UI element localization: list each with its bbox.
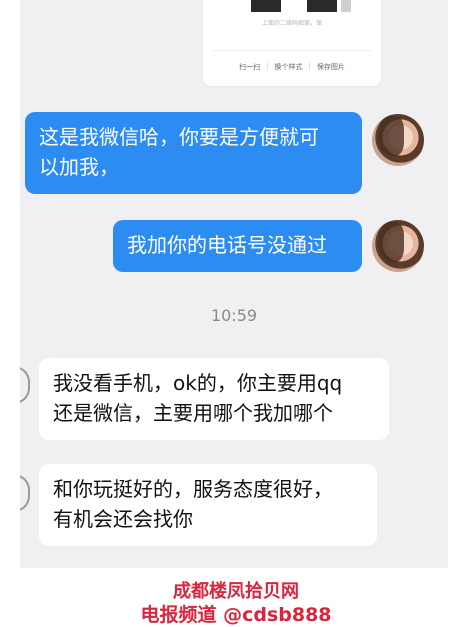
change-style-button[interactable]: 换个样式: [269, 62, 309, 72]
message-bubble-outgoing[interactable]: 这是我微信哈，你要是方便就可 以加我，: [25, 112, 362, 194]
qr-code-fragment: [307, 0, 337, 12]
card-actions: 扫一扫 | 换个样式 | 保存图片: [203, 62, 381, 72]
contact-avatar[interactable]: [372, 220, 424, 272]
qr-code-fragment: [341, 0, 351, 12]
card-divider: [213, 50, 371, 51]
watermark-channel: 电报频道 @cdsb888: [0, 600, 472, 627]
watermark-channel-label: 电报频道: [140, 604, 224, 626]
message-timestamp: 10:59: [210, 306, 258, 325]
message-text-line: 我没看手机，ok的，你主要用qq: [53, 371, 343, 395]
message-bubble-incoming[interactable]: 和你玩挺好的，服务态度很好， 有机会还会找你: [39, 464, 377, 546]
message-text-line: 有机会还会找你: [53, 507, 193, 531]
user-avatar[interactable]: [20, 474, 30, 512]
message-bubble-outgoing[interactable]: 我加你的电话号没通过: [113, 220, 362, 272]
message-text-line: 和你玩挺好的，服务态度很好，: [53, 477, 333, 501]
watermark-channel-handle: @cdsb888: [223, 604, 332, 626]
user-avatar[interactable]: [20, 366, 30, 404]
message-bubble-incoming[interactable]: 我没看手机，ok的，你主要用qq 还是微信，主要用哪个我加哪个: [39, 358, 389, 440]
save-image-button[interactable]: 保存图片: [311, 62, 351, 72]
card-note: 上面的二维码图案，保: [261, 20, 322, 27]
shared-qr-card[interactable]: 上面的二维码图案，保 扫一扫 | 换个样式 | 保存图片: [203, 0, 381, 86]
message-text-line: 还是微信，主要用哪个我加哪个: [53, 401, 333, 425]
scan-button[interactable]: 扫一扫: [233, 62, 266, 72]
message-text-line: 我加你的电话号没通过: [127, 233, 327, 257]
chat-screen: 上面的二维码图案，保 扫一扫 | 换个样式 | 保存图片 这是我微信哈，你要是方…: [20, 0, 448, 627]
message-text-line: 这是我微信哈，你要是方便就可: [39, 125, 319, 149]
message-text-line: 以加我，: [39, 155, 119, 179]
qr-code-fragment: [251, 0, 281, 12]
contact-avatar[interactable]: [372, 114, 424, 166]
